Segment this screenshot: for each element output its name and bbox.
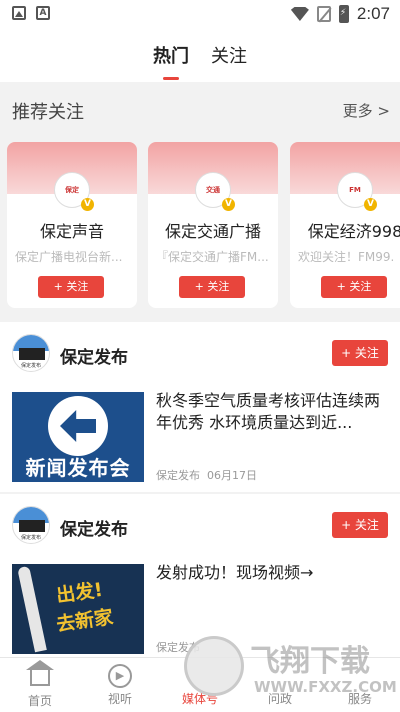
article-thumbnail[interactable]: 新闻发布会 (12, 392, 144, 482)
meta-date: 06月17日 (207, 469, 257, 482)
status-time: 2:07 (356, 4, 390, 23)
status-bar: A 2:07 (0, 0, 400, 28)
nav-item-media[interactable]: 媒体号 (160, 658, 240, 712)
a-notification-icon: A (36, 6, 50, 20)
follow-button[interactable]: + 关注 (321, 276, 387, 298)
card-desc: 『保定交通广播FM... (156, 250, 269, 264)
article-thumbnail[interactable]: 出发! 去新家 (12, 564, 144, 654)
wifi-icon (290, 7, 309, 21)
article-meta: 保定发布 (156, 639, 200, 655)
follow-button[interactable]: + 关注 (332, 512, 388, 538)
article-headline[interactable]: 秋冬季空气质量考核评估连续两年优秀 水环境质量达到近... (156, 390, 386, 434)
source-avatar[interactable]: 保定发布 (12, 334, 50, 372)
nav-label: 首页 (27, 694, 52, 708)
nav-label: 媒体号 (181, 692, 218, 706)
feed-item[interactable]: 保定发布 保定发布 + 关注 出发! 去新家 发射成功！现场视频→ 保定发布 (0, 494, 400, 664)
ask-icon (268, 664, 292, 688)
nav-item-ask[interactable]: 问政 (240, 658, 320, 712)
card-name: 保定经济998 (307, 222, 400, 241)
recommend-card[interactable]: FM V 保定经济998 欢迎关注！FM99. + 关注 (290, 142, 400, 308)
top-tabs: 热门 关注 (0, 28, 400, 82)
nav-item-home[interactable]: 首页 (0, 658, 80, 712)
thumbnail-caption: 新闻发布会 (25, 456, 131, 480)
media-icon (188, 664, 212, 688)
tab-follow[interactable]: 关注 (211, 42, 247, 68)
source-name[interactable]: 保定发布 (60, 515, 128, 540)
follow-button[interactable]: + 关注 (179, 276, 245, 298)
meta-source: 保定发布 (156, 641, 200, 654)
verified-badge-icon: V (364, 198, 377, 211)
recommend-card[interactable]: 交通 V 保定交通广播 『保定交通广播FM... + 关注 (148, 142, 278, 308)
feed-item[interactable]: 保定发布 保定发布 + 关注 新闻发布会 秋冬季空气质量考核评估连续两年优秀 水… (0, 322, 400, 492)
meta-source: 保定发布 (156, 469, 200, 482)
rocket-image (17, 565, 47, 653)
follow-button[interactable]: + 关注 (332, 340, 388, 366)
source-name[interactable]: 保定发布 (60, 343, 128, 368)
home-icon (26, 660, 54, 686)
article-headline[interactable]: 发射成功！现场视频→ (156, 562, 386, 584)
service-icon (348, 664, 372, 688)
nav-item-video[interactable]: ▶ 视听 (80, 658, 160, 712)
card-name: 保定交通广播 (164, 222, 261, 241)
card-name: 保定声音 (39, 222, 104, 241)
battery-charging-icon (338, 5, 349, 23)
recommend-card[interactable]: 保定 V 保定声音 保定广播电视台新... + 关注 (7, 142, 137, 308)
tab-hot[interactable]: 热门 (153, 42, 189, 68)
card-desc: 保定广播电视台新... (15, 250, 123, 264)
no-sim-icon (316, 6, 331, 22)
section-title: 推荐关注 (12, 102, 84, 123)
verified-badge-icon: V (81, 198, 94, 211)
verified-badge-icon: V (222, 198, 235, 211)
nav-item-service[interactable]: 服务 (320, 658, 400, 712)
card-desc: 欢迎关注！FM99. (298, 250, 395, 264)
recommend-section: 推荐关注 更多 > 保定 V 保定声音 保定广播电视台新... + 关注 交通 … (0, 82, 400, 322)
play-icon: ▶ (108, 664, 132, 688)
article-meta: 保定发布 06月17日 (156, 467, 257, 483)
bottom-nav: 首页 ▶ 视听 媒体号 问政 服务 (0, 657, 400, 712)
source-avatar[interactable]: 保定发布 (12, 506, 50, 544)
image-notification-icon (12, 6, 26, 20)
active-tab-indicator (163, 77, 179, 80)
nav-label: 视听 (107, 692, 132, 706)
follow-button[interactable]: + 关注 (38, 276, 104, 298)
more-link[interactable]: 更多 > (343, 100, 390, 121)
nav-label: 服务 (347, 692, 372, 706)
nav-label: 问政 (267, 692, 292, 706)
